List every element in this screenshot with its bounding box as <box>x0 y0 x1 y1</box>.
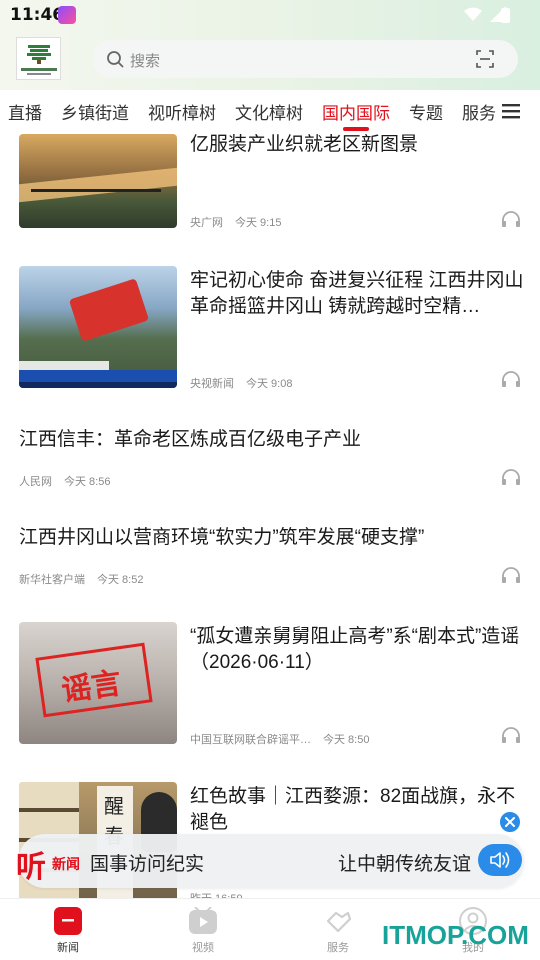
tab-towns[interactable]: 乡镇街道 <box>61 99 129 124</box>
news-source: 中国互联网联合辟谣平… <box>190 734 311 746</box>
nav-label: 视频 <box>192 942 214 954</box>
menu-icon[interactable] <box>502 102 520 120</box>
tab-domestic-international[interactable]: 国内国际 <box>322 99 390 124</box>
status-bar: 11:46 <box>0 0 540 32</box>
search-icon <box>107 51 124 68</box>
river-shape <box>19 167 177 203</box>
news-meta: 央广网 今天 9:15 <box>190 214 281 230</box>
wifi-icon <box>464 7 482 21</box>
headphones-icon[interactable] <box>501 566 521 584</box>
news-thumbnail: 谣言 <box>19 622 177 744</box>
news-title: “孤女遭亲舅舅阻止高考”系“剧本式”造谣（2026·06·11） <box>190 626 520 673</box>
system-icons <box>464 6 506 22</box>
tab-av-zhangshu[interactable]: 视听樟树 <box>148 99 216 124</box>
news-title: 江西信丰：革命老区炼成百亿级电子产业 <box>19 429 362 450</box>
play-audio-button[interactable] <box>478 844 522 876</box>
news-source: 央广网 <box>190 217 223 229</box>
nav-service[interactable]: 服务 <box>298 899 378 960</box>
tab-service[interactable]: 服务 <box>462 99 496 124</box>
scan-icon[interactable] <box>476 50 494 68</box>
nav-label: 服务 <box>327 942 349 954</box>
news-source: 人民网 <box>19 476 52 488</box>
news-meta: 新华社客户端 今天 8:52 <box>19 571 143 587</box>
listen-news-logo: 听 新闻 <box>14 840 86 885</box>
news-title: 红色故事｜江西婺源：82面战旗，永不褪色 <box>190 786 516 833</box>
listen-logo-char: 听 <box>16 850 46 885</box>
tree-logo-icon <box>27 45 51 64</box>
news-time: 今天 8:56 <box>64 476 111 488</box>
nav-label: 新闻 <box>57 942 79 954</box>
rumor-stamp-text: 谣言 <box>59 666 124 708</box>
logo-text-bar <box>21 68 57 71</box>
news-meta: 中国互联网联合辟谣平… 今天 8:50 <box>190 731 369 747</box>
battery-icon <box>501 8 510 23</box>
tab-live[interactable]: 直播 <box>8 99 42 124</box>
headphones-icon[interactable] <box>501 370 521 388</box>
headphones-icon[interactable] <box>501 726 521 744</box>
caption-ticker-shape <box>19 382 177 388</box>
news-title: 江西井冈山以营商环境“软实力”筑牢发展“硬支撑” <box>19 527 425 548</box>
news-title: 亿服装产业织就老区新图景 <box>190 134 419 155</box>
news-meta: 人民网 今天 8:56 <box>19 473 110 489</box>
news-icon <box>54 907 82 935</box>
news-source: 新华社客户端 <box>19 574 85 586</box>
flag-sculpture-shape <box>68 278 150 342</box>
player-marquee-text-1: 国事访问纪实 <box>90 854 205 875</box>
caption-bar-shape <box>19 370 177 382</box>
news-thumbnail <box>19 266 177 388</box>
top-header: 11:46 搜索 <box>0 0 540 90</box>
news-time: 今天 8:52 <box>97 574 144 586</box>
player-marquee-text-2: 让中朝传统友谊 <box>338 854 472 875</box>
news-time: 今天 8:50 <box>323 734 370 746</box>
news-time: 今天 9:15 <box>235 217 282 229</box>
channel-tabs: 直播 乡镇街道 视听樟树 文化樟树 国内国际 专题 服务 <box>0 90 540 134</box>
audio-player-bar[interactable]: 听 新闻 国事访问纪实 让中朝传统友谊 <box>16 834 524 888</box>
watermark-text: ITMOP.COM <box>382 920 529 950</box>
tab-culture-zhangshu[interactable]: 文化樟树 <box>235 99 303 124</box>
video-icon <box>189 907 217 934</box>
news-thumbnail <box>19 134 177 228</box>
logo-subtext-bar <box>27 73 51 75</box>
news-time: 今天 9:08 <box>246 378 293 390</box>
news-title: 牢记初心使命 奋进复兴征程 江西井冈山 革命摇篮井冈山 铸就跨越时空精… <box>190 270 524 317</box>
close-icon <box>505 817 515 827</box>
bridge-shape <box>31 189 161 192</box>
notification-app-icon <box>58 6 76 24</box>
nav-video[interactable]: 视频 <box>163 899 243 960</box>
close-player-button[interactable] <box>498 810 522 834</box>
active-tab-indicator <box>343 127 369 131</box>
speaker-icon <box>490 852 510 868</box>
status-time: 11:46 <box>10 5 65 25</box>
tab-special[interactable]: 专题 <box>409 99 443 124</box>
nav-news[interactable]: 新闻 <box>28 899 108 960</box>
scroll-char-1: 醒 <box>104 794 124 818</box>
caption-label-shape <box>19 361 109 370</box>
app-logo[interactable] <box>16 37 61 80</box>
headphones-icon[interactable] <box>501 210 521 228</box>
listen-logo-text: 新闻 <box>52 856 80 872</box>
search-bar[interactable]: 搜索 <box>92 40 518 78</box>
headphones-icon[interactable] <box>501 468 521 486</box>
news-source: 央视新闻 <box>190 378 234 390</box>
search-placeholder: 搜索 <box>130 53 161 70</box>
news-meta: 央视新闻 今天 9:08 <box>190 375 292 391</box>
service-icon <box>326 911 352 933</box>
